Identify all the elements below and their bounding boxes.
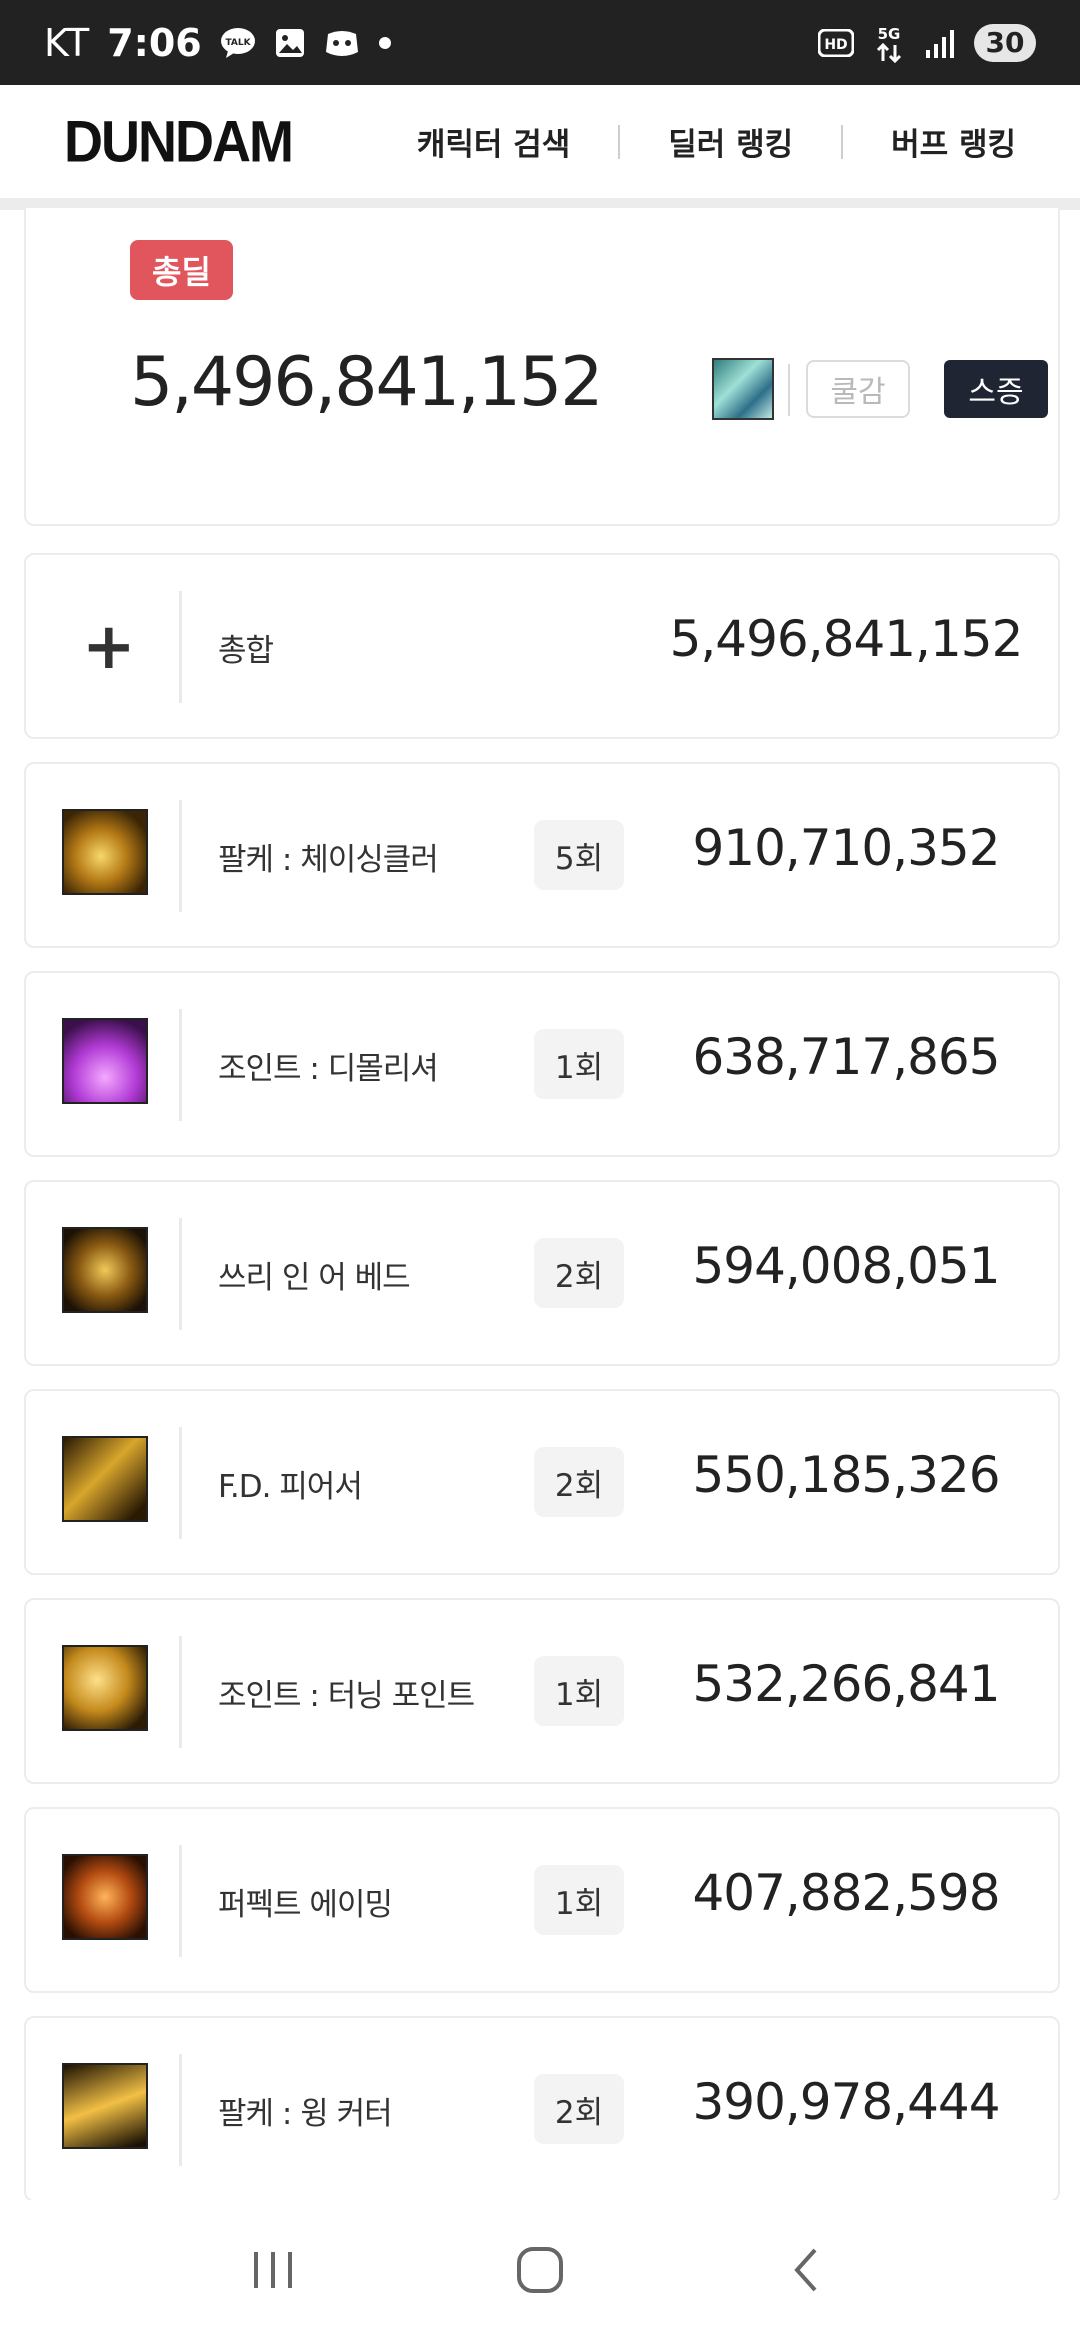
skill-icon [62, 1436, 148, 1522]
svg-text:HD: HD [824, 37, 847, 53]
talk-notification-icon: TALK [220, 27, 256, 59]
row-divider [179, 2054, 182, 2166]
svg-text:TALK: TALK [225, 38, 251, 48]
row-divider [179, 800, 182, 912]
skill-icon [62, 1854, 148, 1940]
total-damage-value: 5,496,841,152 [130, 343, 603, 422]
list-item[interactable]: 쓰리 인 어 베드 2회 594,008,051 [24, 1180, 1060, 1366]
skill-name: 팔케 : 체이싱클러 [218, 842, 439, 878]
total-damage-card: 총딜 5,496,841,152 쿨감 스증 [24, 208, 1060, 526]
row-divider [179, 1009, 182, 1121]
top-navigation: DUNDAM 캐릭터 검색 딜러 랭킹 버프 랭킹 [0, 85, 1080, 198]
row-divider [179, 591, 182, 703]
hd-voice-icon: HD [818, 28, 854, 57]
5g-data-icon: 5G [872, 23, 906, 63]
list-item-total[interactable]: + 총합 5,496,841,152 [24, 553, 1060, 739]
skill-icon [62, 2063, 148, 2149]
list-item[interactable]: F.D. 피어서 2회 550,185,326 [24, 1389, 1060, 1575]
back-icon[interactable] [767, 2230, 847, 2310]
hit-count-badge: 1회 [534, 1865, 624, 1935]
discord-notification-icon [324, 28, 360, 58]
home-icon[interactable] [500, 2230, 580, 2310]
nav-divider [841, 124, 844, 159]
skill-icon [62, 1227, 148, 1313]
nav-character-search[interactable]: 캐릭터 검색 [417, 119, 570, 164]
battery-indicator: 30 [974, 23, 1036, 62]
nav-divider [618, 124, 621, 159]
skill-name: 퍼펙트 에이밍 [218, 1887, 393, 1923]
nav-buffer-ranking[interactable]: 버프 랭킹 [891, 119, 1016, 164]
skill-damage: 5,496,841,152 [669, 610, 1024, 668]
site-logo[interactable]: DUNDAM [64, 108, 294, 175]
system-navigation-bar [0, 2200, 1080, 2340]
gallery-notification-icon [274, 27, 306, 59]
hit-count-badge: 2회 [534, 1238, 624, 1308]
plus-icon[interactable]: + [82, 615, 136, 679]
hit-count-badge: 5회 [534, 820, 624, 890]
skill-name: 팔케 : 윙 커터 [218, 2096, 393, 2132]
stack-toggle-button[interactable]: 스증 [944, 360, 1048, 418]
skill-damage: 594,008,051 [692, 1237, 1000, 1295]
svg-text:5G: 5G [878, 25, 901, 43]
carrier-label: KT [44, 20, 90, 65]
hit-count-badge: 1회 [534, 1656, 624, 1726]
skill-name: 조인트 : 디몰리셔 [218, 1051, 439, 1087]
skill-name: F.D. 피어서 [218, 1469, 363, 1505]
list-item[interactable]: 조인트 : 디몰리셔 1회 638,717,865 [24, 971, 1060, 1157]
hit-count-badge: 2회 [534, 2074, 624, 2144]
hit-count-badge: 2회 [534, 1447, 624, 1517]
row-divider [179, 1845, 182, 1957]
character-thumbnail[interactable] [712, 358, 774, 420]
row-divider [179, 1636, 182, 1748]
skill-damage: 532,266,841 [692, 1655, 1000, 1713]
skill-damage: 910,710,352 [692, 819, 1000, 877]
list-item[interactable]: 팔케 : 윙 커터 2회 390,978,444 [24, 2016, 1060, 2202]
recent-apps-icon[interactable] [233, 2230, 313, 2310]
list-item[interactable]: 팔케 : 체이싱클러 5회 910,710,352 [24, 762, 1060, 948]
row-divider [179, 1218, 182, 1330]
nav-links: 캐릭터 검색 딜러 랭킹 버프 랭킹 [417, 119, 1016, 164]
total-damage-badge: 총딜 [130, 240, 233, 300]
signal-strength-icon [924, 28, 956, 58]
skill-damage: 390,978,444 [692, 2073, 1000, 2131]
skill-name: 총합 [218, 633, 274, 669]
skill-damage: 407,882,598 [692, 1864, 1000, 1922]
nav-dealer-ranking[interactable]: 딜러 랭킹 [668, 119, 793, 164]
list-item[interactable]: 조인트 : 터닝 포인트 1회 532,266,841 [24, 1598, 1060, 1784]
skill-name: 쓰리 인 어 베드 [218, 1260, 411, 1296]
clock: 7:06 [107, 20, 202, 65]
row-divider [179, 1427, 182, 1539]
thumbnail-divider [788, 364, 790, 416]
hit-count-badge: 1회 [534, 1029, 624, 1099]
skill-icon [62, 809, 148, 895]
skill-damage: 638,717,865 [692, 1028, 1000, 1086]
list-item[interactable]: 퍼펙트 에이밍 1회 407,882,598 [24, 1807, 1060, 1993]
skill-damage: 550,185,326 [692, 1446, 1000, 1504]
skill-icon [62, 1645, 148, 1731]
skill-icon [62, 1018, 148, 1104]
skill-name: 조인트 : 터닝 포인트 [218, 1678, 475, 1714]
more-notifications-dot-icon [378, 36, 392, 50]
cooldown-toggle-button[interactable]: 쿨감 [806, 360, 910, 418]
status-bar: KT 7:06 TALK HD 5G 30 [0, 0, 1080, 85]
